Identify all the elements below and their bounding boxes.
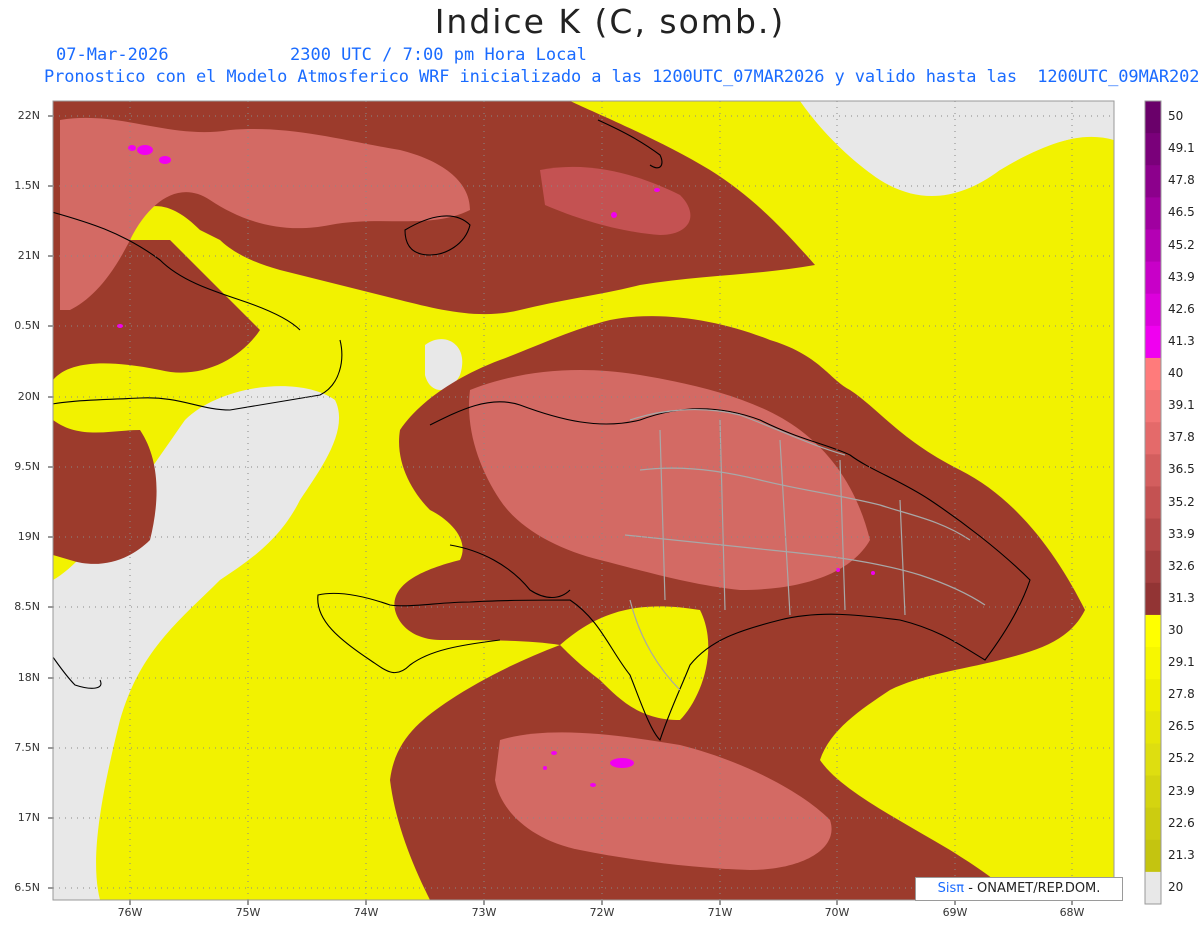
colorbar-swatch [1145,101,1161,134]
lon-label-75w: 75W [235,906,261,919]
lon-label-72w: 72W [589,906,615,919]
lon-label-71w: 71W [707,906,733,919]
colorbar-swatch [1145,261,1161,295]
colorbar-label: 50 [1168,109,1184,124]
colorbar-swatch [1145,165,1161,198]
lat-label-18n: 18N [17,671,40,684]
colorbar-label: 42.6 [1168,301,1195,316]
colorbar-label: 40 [1168,366,1184,381]
colorbar-label: 49.1 [1168,141,1195,156]
colorbar-label: 43.9 [1168,269,1195,284]
colorbar-swatch [1145,871,1161,905]
sis-logo: Sisπ [937,881,965,896]
colorbar-label: 29.1 [1168,655,1195,670]
colorbar-label: 46.5 [1168,205,1195,220]
lat-label-20n: 20N [17,390,40,403]
colorbar-swatch [1145,775,1161,809]
colorbar-swatch [1145,518,1161,552]
colorbar-label: 20 [1168,879,1184,894]
credit-box: Sisπ - ONAMET/REP.DOM. [915,877,1123,901]
colorbar-label: 31.3 [1168,590,1195,605]
colorbar-swatch [1145,550,1161,584]
lon-label-73w: 73W [471,906,497,919]
colorbar-label: 30 [1168,622,1184,637]
colorbar-label: 27.8 [1168,687,1195,702]
k-index-map [48,100,1162,905]
lat-label-16-5n: 6.5N [14,881,40,894]
colorbar-label: 47.8 [1168,173,1195,188]
lat-label-18-5n: 8.5N [14,600,40,613]
colorbar-swatch [1145,647,1161,680]
colorbar-swatch [1145,711,1161,744]
colorbar [1144,100,1162,905]
colorbar-swatch [1145,357,1161,391]
colorbar-swatch [1145,293,1161,327]
lat-label-19-5n: 9.5N [14,460,40,473]
lat-label-21-5n: 1.5N [14,179,40,192]
colorbar-label: 23.9 [1168,783,1195,798]
colorbar-label: 26.5 [1168,719,1195,734]
lat-label-19n: 19N [17,530,40,543]
colorbar-label: 36.5 [1168,462,1195,477]
lat-label-20-5n: 0.5N [14,319,40,332]
colorbar-swatch [1145,454,1161,487]
colorbar-label: 37.8 [1168,430,1195,445]
colorbar-swatch [1145,422,1161,455]
lat-label-21n: 21N [17,249,40,262]
colorbar-swatch [1145,486,1161,520]
colorbar-swatch [1145,197,1161,230]
lon-label-69w: 69W [942,906,968,919]
colorbar-swatch [1145,807,1161,841]
lat-label-22n: 22N [17,109,40,122]
lon-label-74w: 74W [353,906,379,919]
colorbar-swatch [1145,679,1161,712]
colorbar-swatch [1145,325,1161,359]
lon-label-68w: 68W [1059,906,1085,919]
colorbar-label: 25.2 [1168,751,1195,766]
lon-label-70w: 70W [824,906,850,919]
credit-text: - ONAMET/REP.DOM. [964,881,1101,896]
brown-west-strip [53,420,157,564]
colorbar-swatch [1145,743,1161,777]
colorbar-label: 41.3 [1168,333,1195,348]
colorbar-label: 39.1 [1168,398,1195,413]
lat-label-17n: 17N [17,811,40,824]
colorbar-swatch [1145,133,1161,166]
colorbar-swatch [1145,582,1161,616]
colorbar-label: 22.6 [1168,815,1195,830]
colorbar-label: 33.9 [1168,526,1195,541]
lat-label-17-5n: 7.5N [14,741,40,754]
colorbar-swatch [1145,839,1161,873]
colorbar-swatch [1145,614,1161,648]
colorbar-label: 21.3 [1168,847,1195,862]
colorbar-label: 45.2 [1168,237,1195,252]
lon-label-76w: 76W [117,906,143,919]
colorbar-swatch [1145,229,1161,263]
colorbar-label: 32.6 [1168,558,1195,573]
colorbar-swatch [1145,390,1161,423]
colorbar-label: 35.2 [1168,494,1195,509]
